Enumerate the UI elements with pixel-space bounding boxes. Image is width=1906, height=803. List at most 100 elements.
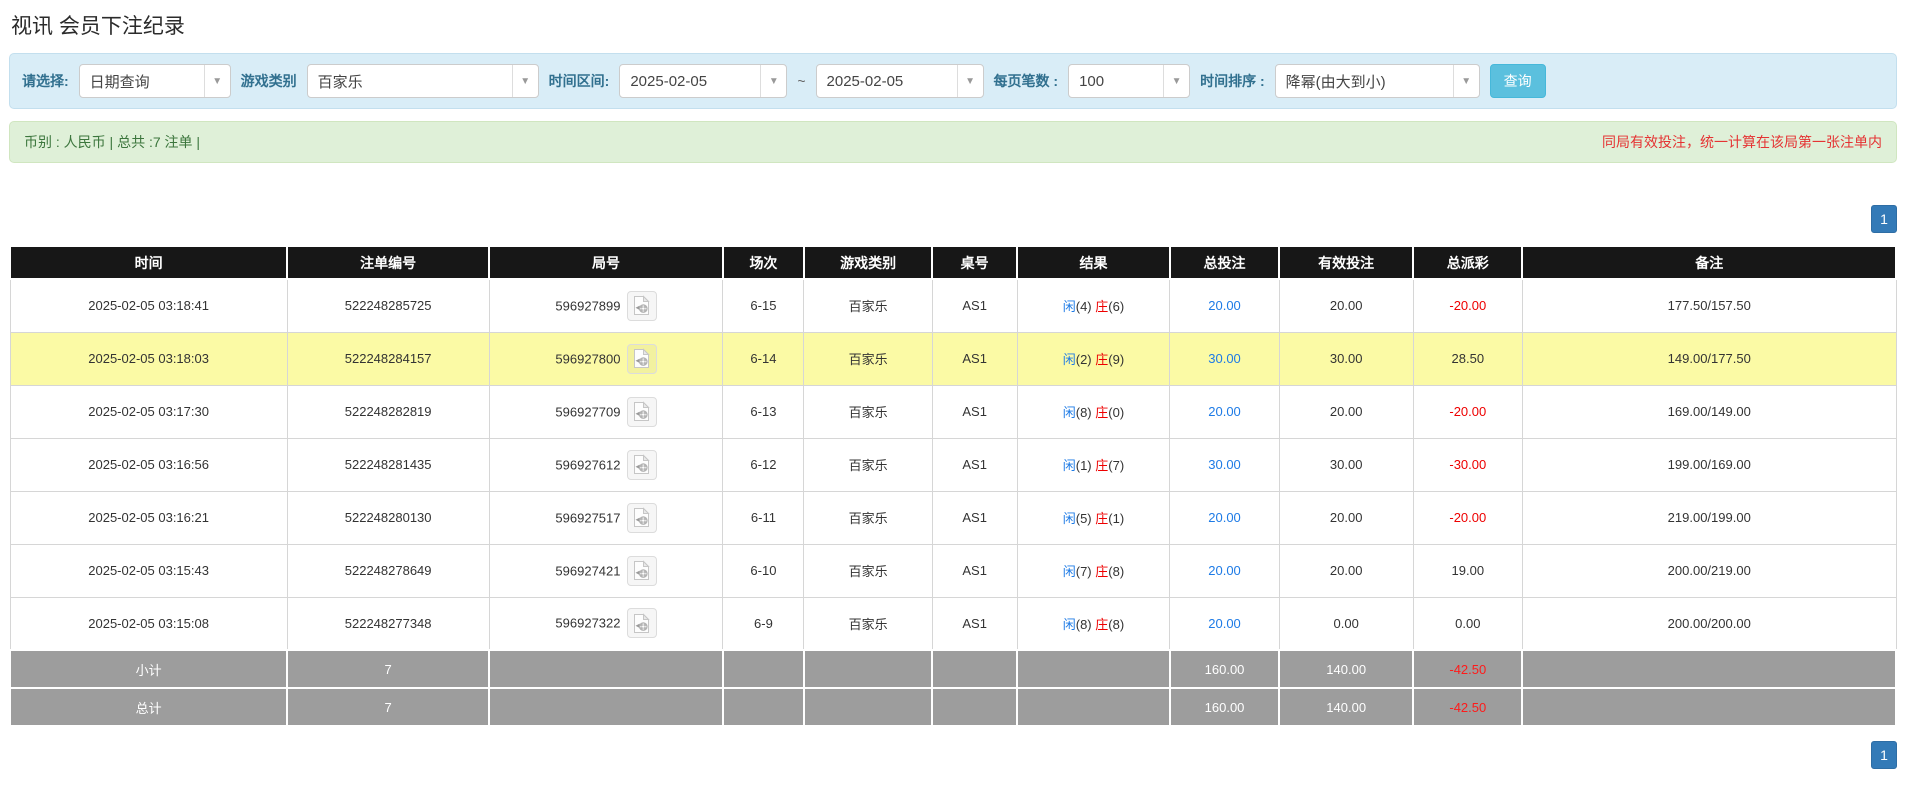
- page-size-select[interactable]: 100 ▼: [1068, 64, 1190, 98]
- table-body: 2025-02-05 03:18:41522248285725596927899…: [10, 279, 1896, 650]
- cell-time: 2025-02-05 03:15:08: [10, 597, 287, 650]
- table-row: 2025-02-05 03:18:41522248285725596927899…: [10, 279, 1896, 332]
- cell-table-number: AS1: [932, 438, 1017, 491]
- summary-payout: -42.50: [1413, 650, 1522, 688]
- cell-result: 闲(1) 庄(7): [1017, 438, 1170, 491]
- chevron-down-icon: ▼: [1163, 65, 1189, 97]
- cell-bet-id: 522248285725: [287, 279, 489, 332]
- video-replay-button[interactable]: [627, 450, 657, 480]
- cell-session: 6-13: [723, 385, 804, 438]
- total-bet-link[interactable]: 20.00: [1208, 404, 1241, 419]
- total-bet-link[interactable]: 20.00: [1208, 563, 1241, 578]
- cell-valid-bet: 30.00: [1279, 438, 1413, 491]
- result-player-label: 闲: [1063, 564, 1076, 579]
- game-type-select[interactable]: 百家乐 ▼: [307, 64, 539, 98]
- video-replay-button[interactable]: [627, 608, 657, 638]
- bet-records-table: 时间注单编号局号场次游戏类别桌号结果总投注有效投注总派彩备注 2025-02-0…: [9, 245, 1897, 727]
- result-banker-count: (9): [1108, 352, 1124, 367]
- date-from-select[interactable]: 2025-02-05 ▼: [619, 64, 787, 98]
- cell-time: 2025-02-05 03:15:43: [10, 544, 287, 597]
- cell-valid-bet: 20.00: [1279, 544, 1413, 597]
- video-file-icon: [632, 295, 651, 316]
- video-replay-button[interactable]: [627, 291, 657, 321]
- date-range-tilde: ~: [797, 73, 805, 89]
- result-player-count: (8): [1076, 405, 1092, 420]
- round-number: 596927899: [555, 298, 620, 313]
- cell-result-empty: [1017, 688, 1170, 726]
- round-number: 596927517: [555, 510, 620, 525]
- pagination-page-button[interactable]: 1: [1871, 205, 1897, 233]
- sort-order-select[interactable]: 降幂(由大到小) ▼: [1275, 64, 1480, 98]
- summary-label: 总计: [10, 688, 287, 726]
- date-to-select[interactable]: 2025-02-05 ▼: [816, 64, 984, 98]
- result-player-label: 闲: [1063, 617, 1076, 632]
- column-header: 局号: [489, 246, 723, 279]
- result-banker-count: (0): [1108, 405, 1124, 420]
- cell-total-bet: 20.00: [1170, 491, 1279, 544]
- video-replay-button[interactable]: [627, 344, 657, 374]
- table-row: 2025-02-05 03:16:21522248280130596927517…: [10, 491, 1896, 544]
- video-replay-button[interactable]: [627, 397, 657, 427]
- search-button[interactable]: 查询: [1490, 64, 1546, 98]
- cell-remark: 199.00/169.00: [1522, 438, 1896, 491]
- pagination-page-button[interactable]: 1: [1871, 741, 1897, 769]
- result-player-label: 闲: [1063, 511, 1076, 526]
- cell-remark: 149.00/177.50: [1522, 332, 1896, 385]
- cell-payout: -20.00: [1413, 491, 1522, 544]
- video-replay-button[interactable]: [627, 556, 657, 586]
- cell-result: 闲(5) 庄(1): [1017, 491, 1170, 544]
- game-type-value: 百家乐: [308, 65, 512, 97]
- column-header: 有效投注: [1279, 246, 1413, 279]
- total-bet-link[interactable]: 20.00: [1208, 510, 1241, 525]
- cell-bet-id: 522248284157: [287, 332, 489, 385]
- cell-time: 2025-02-05 03:18:03: [10, 332, 287, 385]
- cell-game-type: 百家乐: [804, 438, 932, 491]
- chevron-down-icon: ▼: [512, 65, 538, 97]
- cell-game-type-empty: [804, 650, 932, 688]
- cell-time: 2025-02-05 03:17:30: [10, 385, 287, 438]
- cell-round: 596927517: [489, 491, 723, 544]
- cell-session: 6-14: [723, 332, 804, 385]
- cell-total-bet: 20.00: [1170, 597, 1279, 650]
- result-player-label: 闲: [1063, 352, 1076, 367]
- query-type-select[interactable]: 日期查询 ▼: [79, 64, 231, 98]
- video-file-icon: [632, 401, 651, 422]
- total-bet-link[interactable]: 20.00: [1208, 298, 1241, 313]
- cell-total-bet: 20.00: [1170, 544, 1279, 597]
- video-file-icon: [632, 454, 651, 475]
- column-header: 游戏类别: [804, 246, 932, 279]
- cell-remark-empty: [1522, 650, 1896, 688]
- table-row: 2025-02-05 03:18:03522248284157596927800…: [10, 332, 1896, 385]
- filter-bar: 请选择: 日期查询 ▼ 游戏类别 百家乐 ▼ 时间区间: 2025-02-05 …: [9, 53, 1897, 109]
- video-file-icon: [632, 560, 651, 581]
- pagination-top: 1: [9, 205, 1897, 233]
- cell-payout: -20.00: [1413, 385, 1522, 438]
- game-type-label: 游戏类别: [241, 71, 297, 91]
- table-row: 2025-02-05 03:15:08522248277348596927322…: [10, 597, 1896, 650]
- table-row: 2025-02-05 03:17:30522248282819596927709…: [10, 385, 1896, 438]
- cell-bet-id: 522248281435: [287, 438, 489, 491]
- result-player-label: 闲: [1063, 299, 1076, 314]
- cell-game-type: 百家乐: [804, 597, 932, 650]
- total-bet-link[interactable]: 30.00: [1208, 351, 1241, 366]
- result-banker-count: (1): [1108, 511, 1124, 526]
- column-header: 桌号: [932, 246, 1017, 279]
- page-title: 视讯 会员下注纪录: [11, 10, 1895, 40]
- cell-bet-id: 522248280130: [287, 491, 489, 544]
- table-row: 2025-02-05 03:16:56522248281435596927612…: [10, 438, 1896, 491]
- cell-round: 596927612: [489, 438, 723, 491]
- column-header: 时间: [10, 246, 287, 279]
- result-banker-count: (7): [1108, 458, 1124, 473]
- cell-remark: 219.00/199.00: [1522, 491, 1896, 544]
- video-file-icon: [632, 507, 651, 528]
- cell-table-number: AS1: [932, 491, 1017, 544]
- cell-table-number: AS1: [932, 385, 1017, 438]
- total-bet-link[interactable]: 30.00: [1208, 457, 1241, 472]
- total-bet-link[interactable]: 20.00: [1208, 616, 1241, 631]
- cell-total-bet: 30.00: [1170, 332, 1279, 385]
- result-banker-count: (8): [1108, 564, 1124, 579]
- result-player-count: (2): [1076, 352, 1092, 367]
- page-size-value: 100: [1069, 65, 1163, 97]
- result-player-count: (5): [1076, 511, 1092, 526]
- video-replay-button[interactable]: [627, 503, 657, 533]
